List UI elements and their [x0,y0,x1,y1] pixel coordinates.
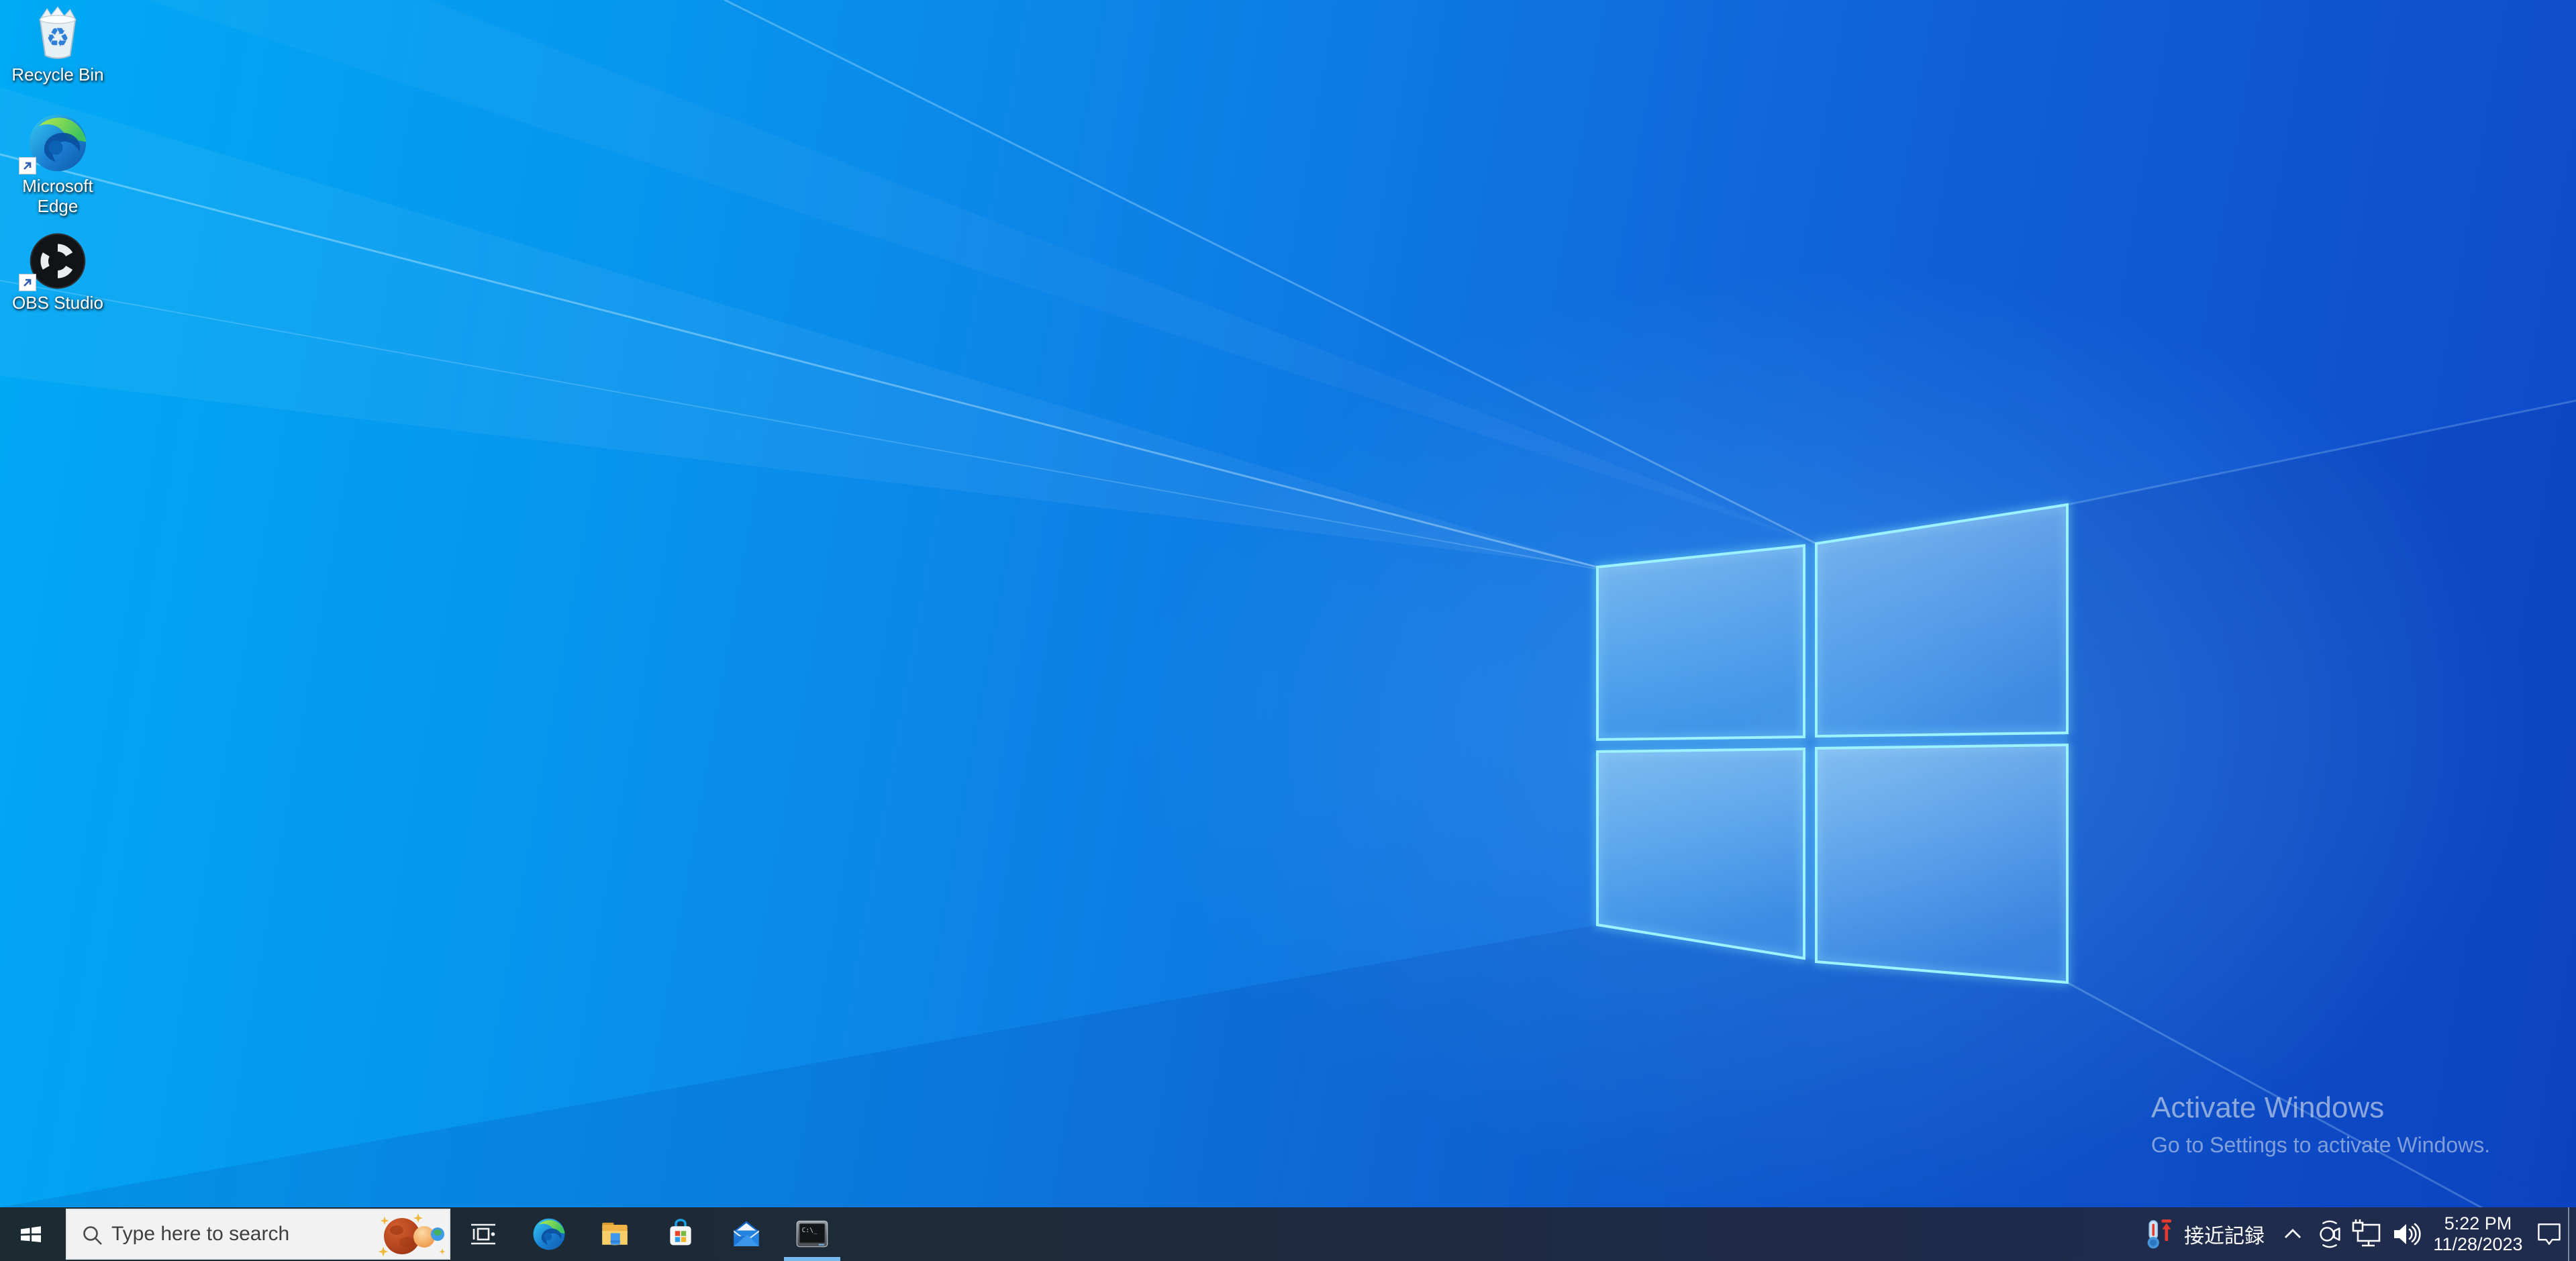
desktop-wallpaper: ♻ Recycle Bin [0,0,2576,1207]
desktop-icon-label: Microsoft Edge [8,176,107,216]
start-button[interactable] [0,1207,62,1261]
meet-now-icon [2314,1219,2345,1250]
action-center-button[interactable] [2534,1219,2564,1250]
search-icon [81,1223,105,1248]
taskbar-button-task-view[interactable] [450,1207,516,1261]
shortcut-arrow-icon [19,274,36,291]
microsoft-edge-icon [8,113,107,173]
windows-start-icon [19,1222,43,1246]
chevron-up-icon [2282,1227,2303,1242]
shortcut-arrow-icon [19,157,36,174]
taskbar-button-mail[interactable] [713,1207,779,1261]
file-explorer-icon [598,1217,632,1251]
taskbar: C:\_ 接近記録 [0,1207,2576,1261]
clock[interactable]: 5:22 PM 11/28/2023 [2431,1213,2525,1255]
desktop-icon-recycle-bin[interactable]: ♻ Recycle Bin [8,5,107,85]
microsoft-store-icon [664,1217,697,1251]
desktop-icon-label: OBS Studio [8,293,107,313]
system-tray: 接近記録 [2145,1207,2576,1261]
command-prompt-icon: C:\_ [795,1219,830,1250]
desktop-icon-microsoft-edge[interactable]: Microsoft Edge [8,113,107,216]
search-box[interactable] [66,1209,450,1260]
microsoft-edge-icon [532,1217,566,1251]
desktop-icon-label: Recycle Bin [8,64,107,85]
search-input[interactable] [110,1210,332,1258]
task-view-icon [467,1218,499,1250]
wallpaper-windows-logo [0,0,2576,1207]
hidden-icons-chevron[interactable] [2282,1227,2303,1242]
meet-now-button[interactable] [2314,1219,2345,1250]
search-highlight-planets-graphic[interactable] [359,1211,448,1260]
watermark-title: Activate Windows [2151,1091,2490,1125]
taskbar-button-microsoft-edge[interactable] [516,1207,582,1261]
taskbar-button-command-prompt[interactable]: C:\_ [779,1207,845,1261]
news-widget[interactable]: 接近記録 [2145,1217,2265,1251]
desktop-icon-obs-studio[interactable]: OBS Studio [8,232,107,313]
svg-text:C:\_: C:\_ [802,1227,818,1234]
volume-button[interactable] [2391,1219,2423,1250]
news-widget-label: 接近記録 [2184,1219,2265,1249]
watermark-subtitle: Go to Settings to activate Windows. [2151,1133,2490,1158]
obs-studio-icon [8,232,107,290]
clock-time: 5:22 PM [2431,1213,2525,1234]
activate-windows-watermark: Activate Windows Go to Settings to activ… [2151,1091,2490,1158]
running-app-indicator [784,1257,840,1261]
volume-icon [2391,1219,2423,1250]
action-center-icon [2534,1219,2564,1250]
taskbar-button-file-explorer[interactable] [582,1207,648,1261]
thermometer-up-icon [2145,1217,2172,1251]
windows-logo [1597,505,2067,982]
show-desktop-strip[interactable] [2568,1207,2576,1261]
network-button[interactable] [2352,1219,2384,1250]
svg-text:♻: ♻ [46,23,69,54]
recycle-bin-icon: ♻ [8,5,107,62]
mail-icon [730,1217,763,1251]
clock-date: 11/28/2023 [2431,1234,2525,1255]
taskbar-button-microsoft-store[interactable] [648,1207,713,1261]
network-icon [2352,1219,2384,1250]
windows-desktop-screen: ♻ Recycle Bin [0,0,2576,1261]
